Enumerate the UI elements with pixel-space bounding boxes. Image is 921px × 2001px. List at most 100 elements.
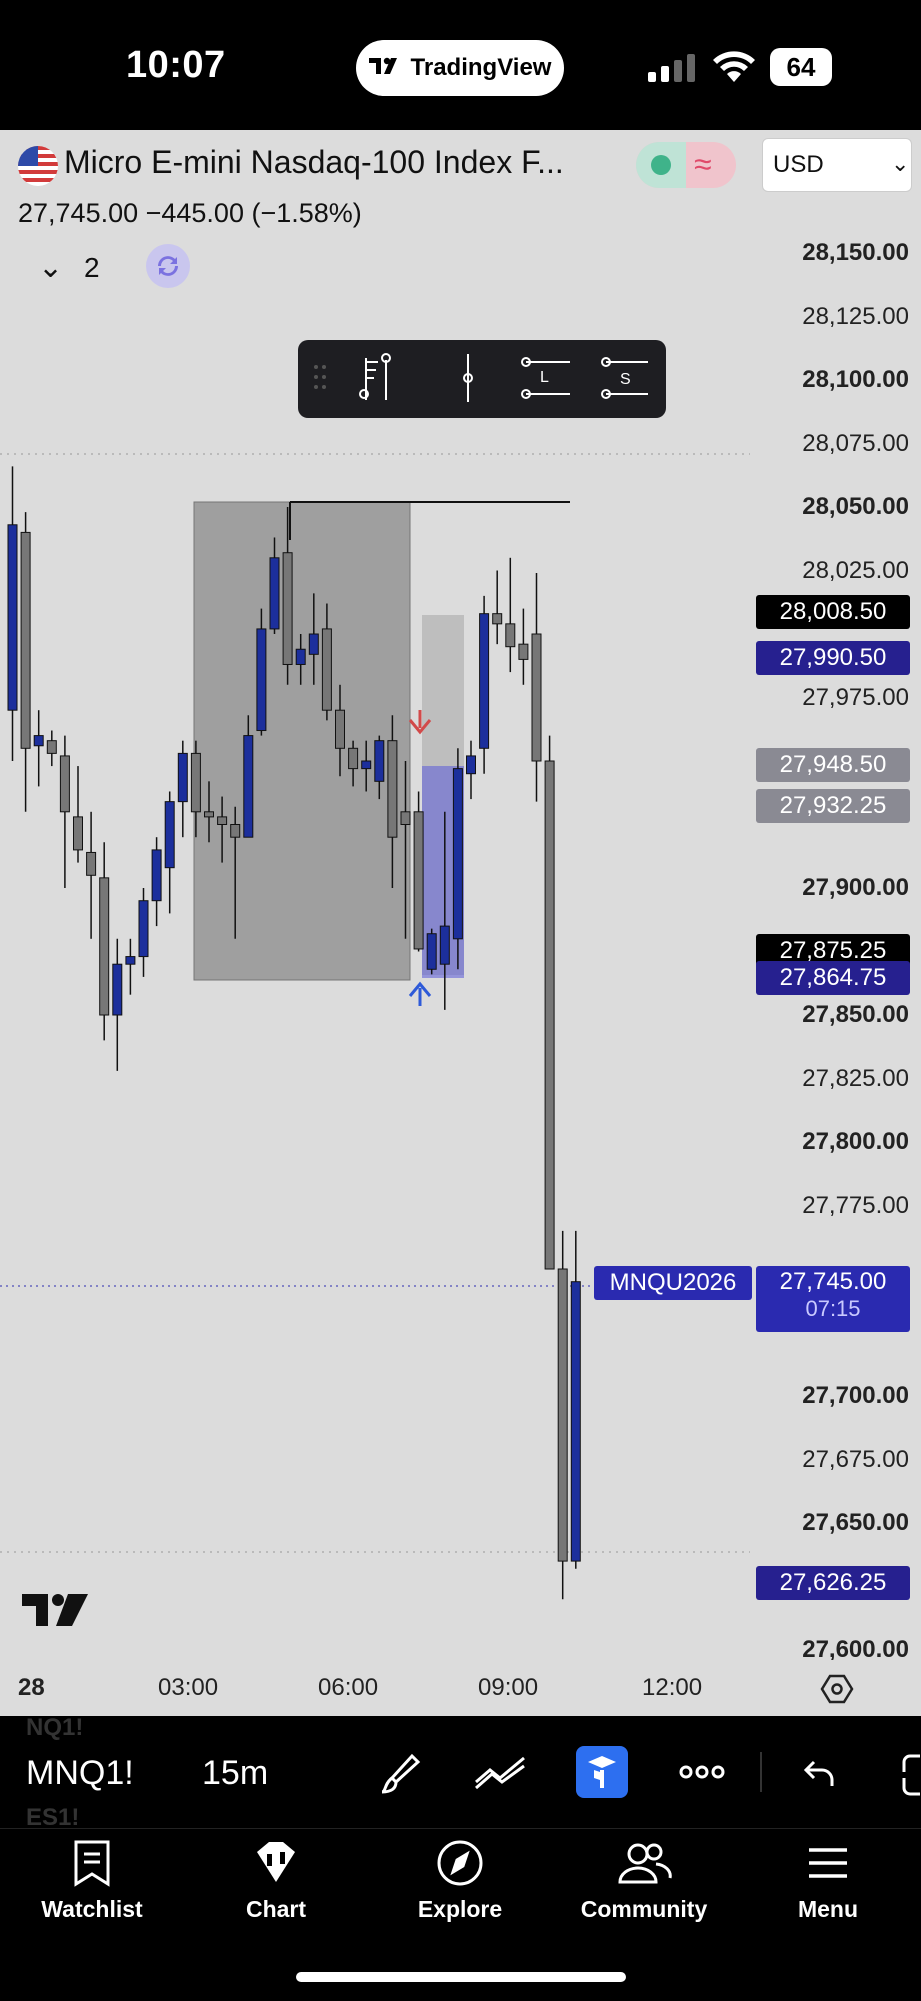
price-axis-label: 27,975.00: [802, 683, 909, 711]
compass-icon: [437, 1840, 483, 1886]
candle-body: [387, 740, 398, 838]
candle-body: [164, 801, 175, 869]
price-axis-label: 27,850.00: [802, 1001, 909, 1028]
candle: [177, 740, 188, 838]
candle-body: [361, 760, 372, 770]
tab-label: Explore: [417, 1896, 503, 1922]
price-axis-label: 27,775.00: [802, 1191, 909, 1219]
brush-icon[interactable]: [378, 1748, 426, 1801]
interval-button[interactable]: 15m: [202, 1754, 268, 1793]
price-badge: 27,990.50: [756, 641, 910, 676]
market-open-indicator: [636, 142, 686, 188]
candle: [164, 791, 175, 914]
toolbar-divider: [760, 1752, 762, 1792]
price-badge: 27,948.50: [756, 747, 910, 782]
community-icon: [618, 1843, 672, 1884]
price-axis-label: 27,700.00: [802, 1382, 909, 1409]
us-flag-icon: [18, 146, 58, 186]
candle-body: [190, 752, 201, 813]
candle-body: [413, 811, 424, 950]
drag-handle-icon: [314, 365, 326, 389]
price-axis-label: 27,800.00: [802, 1128, 909, 1155]
candle: [46, 730, 57, 767]
drawing-toolbar[interactable]: L S: [298, 340, 666, 418]
candle-body: [374, 740, 385, 782]
symbol-picker-ghost: NQ1!: [26, 1714, 84, 1741]
candle-body: [269, 557, 280, 630]
currency-value: USD: [773, 151, 824, 178]
candle-body: [295, 648, 306, 665]
tab-community[interactable]: Community: [569, 1838, 719, 1948]
candle-body: [33, 735, 44, 747]
price-axis-label: 28,100.00: [802, 366, 909, 393]
candle: [479, 595, 490, 774]
price-axis-label: 27,675.00: [802, 1445, 909, 1473]
currency-select[interactable]: USD ⌄: [762, 138, 912, 192]
candle-body: [217, 816, 228, 826]
candle-body: [570, 1281, 581, 1562]
candle-body: [20, 531, 31, 749]
candle-body: [138, 900, 149, 958]
app-badge: TradingView: [356, 40, 564, 96]
candle: [570, 1230, 581, 1569]
time-label: 09:00: [478, 1674, 539, 1701]
symbol-title[interactable]: Micro E-mini Nasdaq-100 Index F...: [64, 144, 564, 181]
time-label: 28: [18, 1674, 45, 1701]
undo-icon[interactable]: [802, 1756, 836, 1795]
candle-body: [7, 524, 18, 711]
tab-label: Watchlist: [41, 1896, 143, 1922]
watchlist-icon: [74, 1840, 110, 1887]
time-axis[interactable]: 28 03:00 06:00 09:00 12:00: [0, 1660, 921, 1716]
price-axis-label: 28,150.00: [802, 239, 909, 266]
market-status-pill[interactable]: ≈: [636, 142, 736, 188]
candle: [73, 766, 83, 863]
tab-label: Menu: [797, 1896, 859, 1922]
chart-settings-icon[interactable]: [820, 1672, 854, 1711]
chart-toolbar: [0, 1716, 921, 1828]
price-axis[interactable]: 28,150.00 28,125.00 28,100.00 28,075.00 28,0…: [750, 200, 921, 1663]
time-label: 03:00: [158, 1674, 219, 1701]
trend-line-tools-icon[interactable]: [474, 1752, 528, 1797]
candle-body: [256, 628, 267, 732]
tab-menu[interactable]: Menu: [753, 1838, 903, 1948]
candle-body: [59, 755, 70, 813]
app-badge-label: TradingView: [410, 54, 552, 81]
tradingview-logo-icon: [368, 56, 403, 81]
candle: [518, 608, 529, 685]
candle: [413, 791, 424, 952]
short-label-icon: S: [601, 357, 648, 399]
candle-body: [112, 963, 123, 1016]
chevron-down-icon: ⌄: [891, 151, 910, 176]
fullscreen-icon[interactable]: [898, 1752, 921, 1801]
candle-body: [479, 613, 490, 749]
price-badge: 28,008.50: [756, 595, 910, 630]
candle: [544, 735, 555, 1270]
price-axis-label: 28,025.00: [802, 556, 909, 584]
candle: [20, 512, 31, 812]
candle: [466, 740, 476, 800]
menu-icon: [809, 1848, 847, 1878]
candle-body: [518, 643, 529, 660]
candle-body: [439, 925, 450, 965]
tab-explore[interactable]: Explore: [385, 1838, 535, 1948]
price-axis-label: 28,125.00: [802, 302, 909, 330]
wave-icon: ≈: [694, 146, 712, 182]
home-indicator: [296, 1972, 626, 1982]
price-badge: 27,626.25: [756, 1566, 910, 1601]
more-options-icon[interactable]: [678, 1762, 726, 1787]
candle: [112, 938, 123, 1071]
time-label: 06:00: [318, 1674, 379, 1701]
candle: [151, 837, 162, 927]
tab-watchlist[interactable]: Watchlist: [17, 1838, 167, 1948]
candle-body: [505, 623, 516, 648]
candle-body: [426, 933, 437, 970]
candle-body: [452, 768, 463, 940]
candle: [33, 710, 44, 787]
candle-body: [204, 811, 214, 818]
object-tree-icon[interactable]: [576, 1746, 628, 1798]
price-badge: 27,932.25: [756, 789, 910, 824]
candle-body: [73, 816, 83, 851]
tab-chart[interactable]: Chart: [201, 1838, 351, 1948]
status-time: 10:07: [126, 44, 226, 86]
symbol-button[interactable]: MNQ1!: [26, 1754, 134, 1793]
